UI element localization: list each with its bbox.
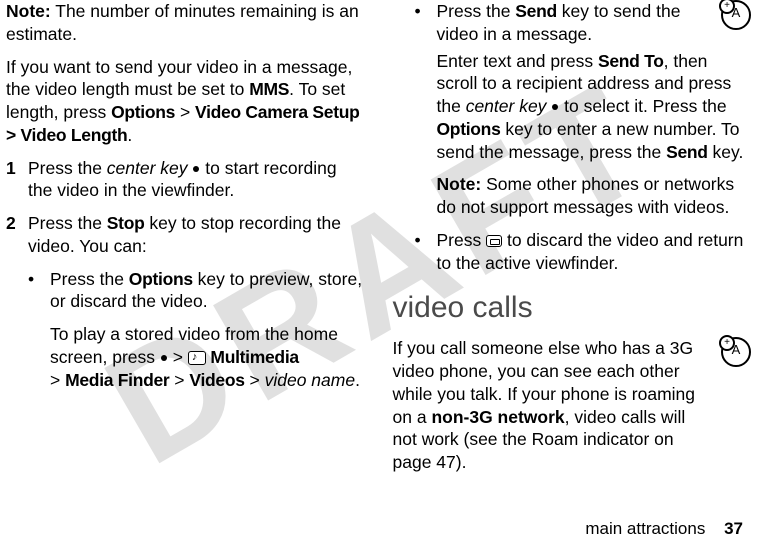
send-row: • Press the Send key to send the video i… (393, 0, 752, 50)
send-word: Send (666, 142, 708, 162)
center-key-icon (193, 166, 199, 172)
send-a: Press the (437, 1, 516, 21)
vl-word: > Video Length (6, 125, 127, 145)
step-number: 1 (6, 157, 28, 203)
videos-word: Videos (189, 370, 244, 390)
note-text: The number of minutes remaining is an es… (6, 1, 359, 44)
enter-a: Enter text and press (437, 51, 598, 71)
page-number: 37 (724, 519, 743, 538)
vcs-word: Video Camera Setup (195, 102, 359, 122)
page-footer: main attractions 37 (585, 518, 743, 540)
bullet-send: • Press the Send key to send the video i… (415, 0, 714, 46)
gt: > (245, 370, 265, 390)
center-key-text: center key (466, 96, 547, 116)
options-word: Options (129, 269, 193, 289)
center-key-icon (552, 104, 558, 110)
video-calls-paragraph: If you call someone else who has a 3G vi… (393, 337, 752, 484)
options-word: Options (111, 102, 175, 122)
step2-sub: • Press the Options key to preview, stor… (28, 268, 365, 392)
send-to-word: Send To (598, 51, 664, 71)
vl-end: . (127, 125, 132, 145)
vc-text: If you call someone else who has a 3G vi… (393, 337, 714, 474)
mms-word: MMS (249, 79, 289, 99)
center-key-text: center key (107, 158, 188, 178)
enter-e: key. (708, 142, 744, 162)
options-word: Options (437, 119, 501, 139)
play-paragraph: To play a stored video from the home scr… (50, 323, 365, 391)
footer-label: main attractions (585, 519, 705, 538)
step2-a: Press the (28, 213, 107, 233)
bullet-icon: • (415, 0, 437, 46)
bullet-options: • Press the Options key to preview, stor… (28, 268, 365, 314)
bullet-body: Press the Options key to preview, store,… (50, 268, 365, 314)
right-column: • Press the Send key to send the video i… (393, 0, 752, 484)
gt-1: > (175, 102, 195, 122)
step-number: 2 (6, 212, 28, 258)
gt: > (168, 347, 188, 367)
mms-paragraph: If you want to send your video in a mess… (6, 56, 365, 147)
step-body: Press the Stop key to stop recording the… (28, 212, 365, 258)
discard-a: Press (437, 230, 487, 250)
multimedia-word: Multimedia (206, 347, 299, 367)
note-paragraph: Note: The number of minutes remaining is… (6, 0, 365, 46)
text-columns: Note: The number of minutes remaining is… (0, 0, 757, 484)
feature-badge-icon: A (721, 337, 751, 367)
bullet-icon: • (28, 268, 50, 314)
bullet-icon: • (415, 229, 437, 275)
note-text: Some other phones or networks do not sup… (437, 174, 735, 217)
center-key-icon (161, 355, 167, 361)
feature-badge-icon: A (721, 0, 751, 30)
enter-c: to select it. Press the (559, 96, 726, 116)
bullet-body: Press the Send key to send the video in … (437, 0, 714, 46)
step1-a: Press the (28, 158, 107, 178)
note-paragraph-2: Note: Some other phones or networks do n… (437, 173, 752, 219)
note-label: Note: (6, 1, 51, 21)
enter-paragraph: Enter text and press Send To, then scrol… (437, 50, 752, 164)
play-end: . (355, 370, 360, 390)
bullet-discard: • Press to discard the video and return … (415, 229, 752, 275)
video-calls-heading: video calls (393, 288, 752, 327)
left-column: Note: The number of minutes remaining is… (6, 0, 365, 484)
bullet-body: Press to discard the video and return to… (437, 229, 752, 275)
note-label: Note: (437, 174, 482, 194)
gt: > (169, 370, 189, 390)
step-body: Press the center key to start recording … (28, 157, 365, 203)
stop-word: Stop (107, 213, 145, 233)
back-key-icon (486, 235, 502, 247)
step-2: 2 Press the Stop key to stop recording t… (6, 212, 365, 258)
send-word: Send (515, 1, 557, 21)
non-3g-word: non-3G network (431, 407, 564, 427)
step-1: 1 Press the center key to start recordin… (6, 157, 365, 203)
media-finder-word: Media Finder (65, 370, 169, 390)
b1-a: Press the (50, 269, 129, 289)
video-name-text: video name (265, 370, 355, 390)
multimedia-icon (188, 351, 206, 365)
